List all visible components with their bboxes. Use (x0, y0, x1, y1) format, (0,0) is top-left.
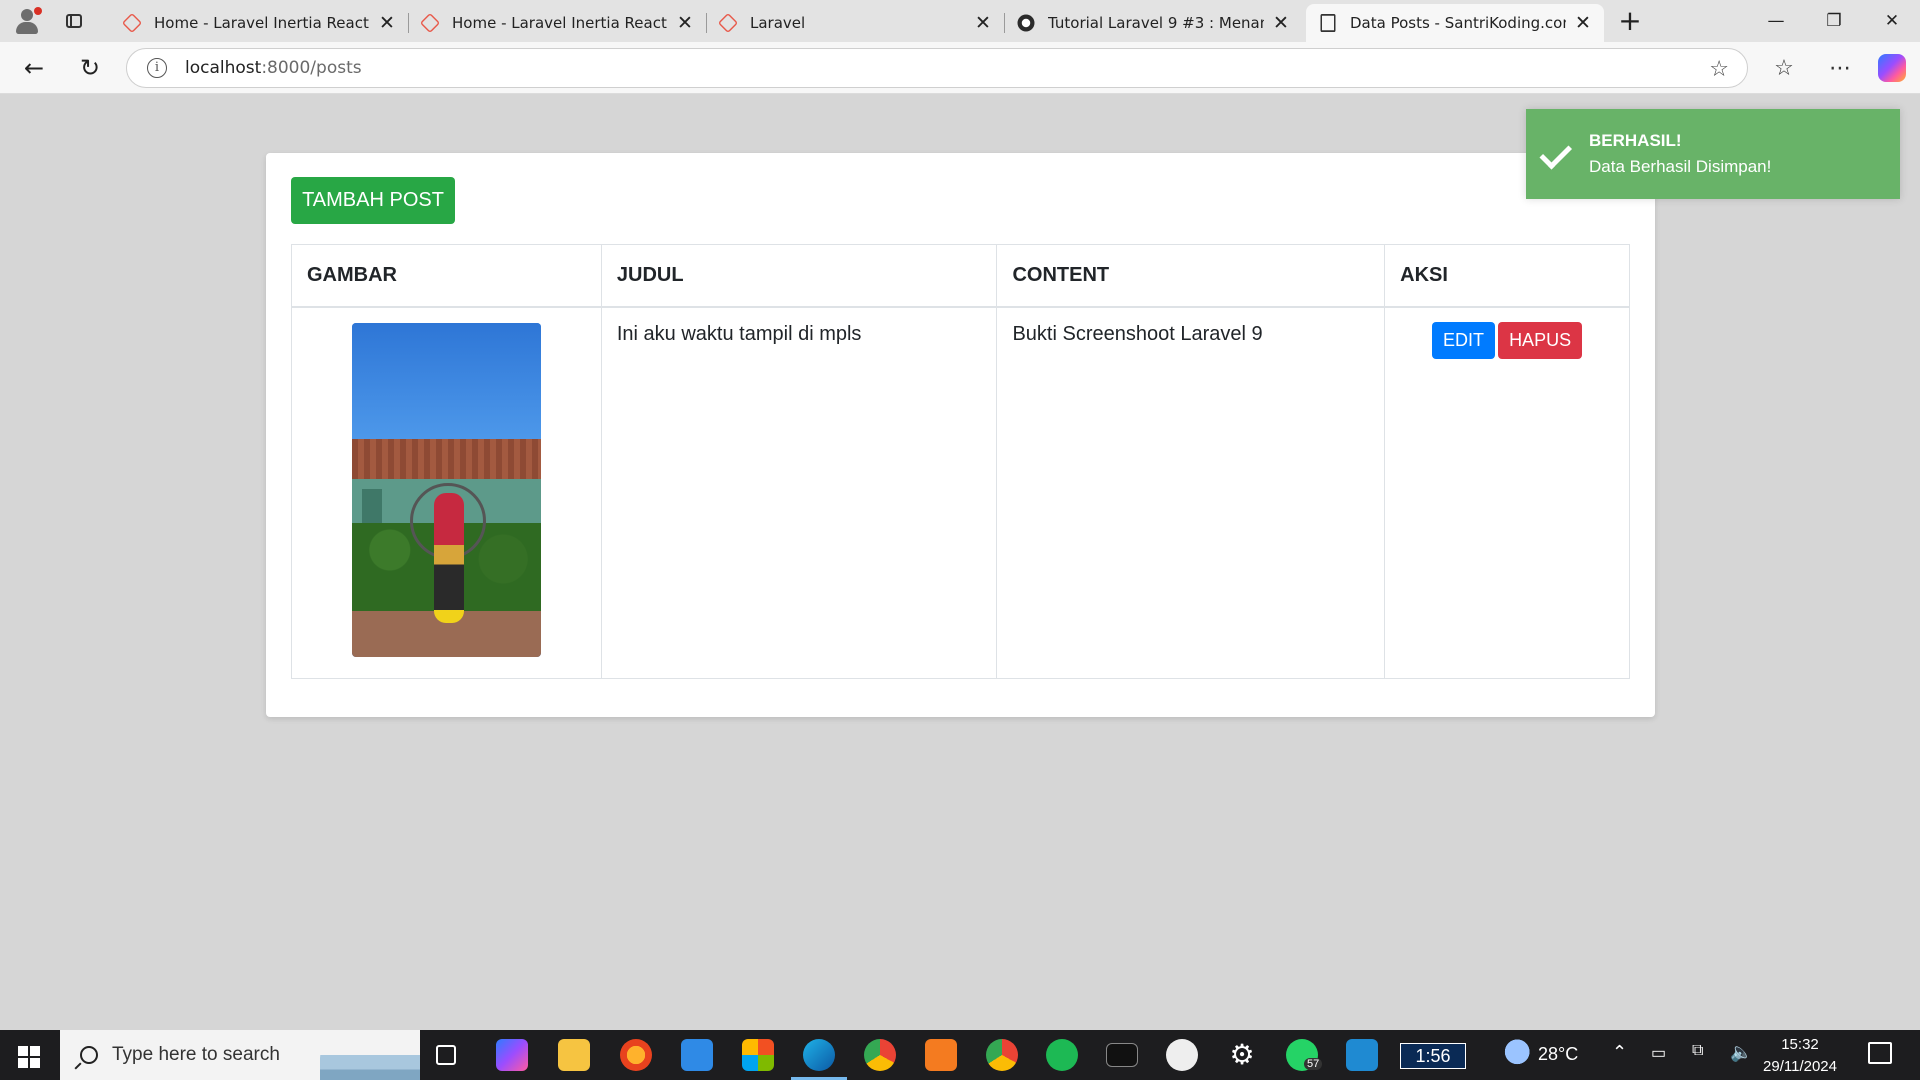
network-icon[interactable]: ⧉ (1692, 1042, 1703, 1060)
page-viewport: TAMBAH POST GAMBAR JUDUL CONTENT AKSI In… (5, 94, 1915, 1028)
minimize-icon[interactable]: — (1748, 0, 1804, 42)
store-icon[interactable] (742, 1039, 774, 1071)
clock-time[interactable]: 15:32 (1760, 1036, 1840, 1053)
tab-title: Home - Laravel Inertia React (154, 14, 369, 32)
tab-actions-icon[interactable] (62, 10, 86, 32)
address-bar[interactable]: i localhost:8000/posts ☆ (126, 48, 1748, 88)
table-row: Ini aku waktu tampil di mpls Bukti Scree… (291, 306, 1630, 679)
temperature-text[interactable]: 28°C (1538, 1044, 1578, 1065)
tab-title: Home - Laravel Inertia React (452, 14, 667, 32)
laravel-icon (717, 12, 739, 34)
chrome-icon[interactable] (864, 1039, 896, 1071)
edit-button[interactable]: EDIT (1432, 321, 1496, 359)
github-icon (1017, 14, 1035, 32)
timer-widget[interactable]: 1:56 (1400, 1043, 1466, 1069)
restore-icon[interactable]: ❐ (1806, 0, 1862, 42)
volume-icon[interactable]: 🔈 (1730, 1042, 1752, 1063)
profile-avatar-icon[interactable] (12, 6, 42, 36)
notification-center-icon[interactable] (1868, 1042, 1892, 1064)
task-view-icon[interactable] (436, 1045, 456, 1065)
tab-strip: Home - Laravel Inertia React ✕ Home - La… (0, 0, 1920, 42)
page-icon (1320, 14, 1336, 32)
window-close-icon[interactable]: ✕ (1864, 0, 1920, 42)
laravel-icon (419, 12, 441, 34)
new-tab-button[interactable]: + (1616, 7, 1644, 36)
laravel-icon (121, 12, 143, 34)
xampp-icon[interactable] (925, 1039, 957, 1071)
terminal-icon[interactable] (1106, 1043, 1138, 1067)
tab-home-inertia-2[interactable]: Home - Laravel Inertia React ✕ (408, 4, 707, 42)
favorite-star-icon[interactable]: ☆ (1709, 57, 1729, 82)
copilot-taskbar-icon[interactable] (496, 1039, 528, 1071)
header-content: CONTENT (996, 244, 1386, 308)
copilot-icon[interactable] (1878, 54, 1906, 82)
tab-title: Tutorial Laravel 9 #3 : Menampilkan Data (1048, 14, 1264, 32)
success-toast[interactable]: BERHASIL! Data Berhasil Disimpan! (1526, 109, 1900, 199)
browser-toolbar: ← ↻ i localhost:8000/posts ☆ ☆ ⋯ (0, 42, 1920, 94)
whatsapp-badge: 57 (1304, 1058, 1323, 1070)
cell-content: Bukti Screenshoot Laravel 9 (996, 306, 1386, 679)
github-desktop-icon[interactable] (1166, 1039, 1198, 1071)
more-menu-icon[interactable]: ⋯ (1824, 52, 1856, 84)
search-icon (80, 1046, 98, 1064)
edge-icon[interactable] (791, 1039, 847, 1080)
taskbar: Type here to search ⚙ 57 1:56 28°C ⌃ ▭ ⧉… (0, 1030, 1920, 1080)
tab-tutorial-laravel[interactable]: Tutorial Laravel 9 #3 : Menampilkan Data… (1004, 4, 1302, 42)
tab-laravel[interactable]: Laravel ✕ (706, 4, 1005, 42)
header-aksi: AKSI (1384, 244, 1630, 308)
close-icon[interactable]: ✕ (378, 14, 396, 33)
header-gambar: GAMBAR (291, 244, 602, 308)
header-judul: JUDUL (600, 244, 998, 308)
delete-button[interactable]: HAPUS (1498, 321, 1583, 359)
clock-date[interactable]: 29/11/2024 (1760, 1058, 1840, 1075)
toast-title: BERHASIL! (1589, 131, 1682, 150)
close-icon[interactable]: ✕ (1574, 14, 1592, 33)
checkmark-icon (1544, 139, 1574, 163)
vscode-icon[interactable] (1346, 1039, 1378, 1071)
tab-home-inertia-1[interactable]: Home - Laravel Inertia React ✕ (110, 4, 409, 42)
chrome-profile-icon[interactable] (986, 1039, 1018, 1071)
cell-judul: Ini aku waktu tampil di mpls (600, 306, 998, 679)
toast-message: Data Berhasil Disimpan! (1589, 157, 1772, 176)
close-icon[interactable]: ✕ (676, 14, 694, 33)
table-header-row: GAMBAR JUDUL CONTENT AKSI (291, 244, 1630, 308)
cell-aksi: EDIT HAPUS (1384, 306, 1630, 679)
battery-icon[interactable]: ▭ (1651, 1043, 1666, 1063)
refresh-icon[interactable]: ↻ (74, 52, 106, 84)
tab-data-posts[interactable]: Data Posts - SantriKoding.com ✕ (1306, 4, 1604, 42)
close-icon[interactable]: ✕ (974, 14, 992, 33)
file-explorer-icon[interactable] (558, 1039, 590, 1071)
cell-gambar (291, 306, 602, 679)
site-info-icon[interactable]: i (147, 58, 167, 78)
windows-start-icon[interactable] (18, 1046, 40, 1068)
search-highlight-image (320, 1038, 420, 1080)
post-image (351, 322, 541, 657)
spotify-icon[interactable] (1046, 1039, 1078, 1071)
mail-icon[interactable] (681, 1039, 713, 1071)
favorites-icon[interactable]: ☆ (1768, 52, 1800, 84)
firefox-icon[interactable] (620, 1039, 652, 1071)
posts-table: GAMBAR JUDUL CONTENT AKSI Ini aku waktu … (291, 244, 1630, 679)
tab-title: Data Posts - SantriKoding.com (1350, 14, 1566, 32)
search-placeholder: Type here to search (112, 1044, 280, 1065)
posts-card: TAMBAH POST GAMBAR JUDUL CONTENT AKSI In… (266, 153, 1655, 717)
add-post-button[interactable]: TAMBAH POST (291, 177, 455, 224)
taskbar-search-input[interactable]: Type here to search (60, 1030, 420, 1080)
chevron-up-icon[interactable]: ⌃ (1612, 1042, 1627, 1063)
weather-icon[interactable] (1498, 1039, 1530, 1071)
close-icon[interactable]: ✕ (1272, 14, 1290, 33)
url-text[interactable]: localhost:8000/posts (185, 58, 362, 78)
back-arrow-icon[interactable]: ← (18, 52, 50, 84)
settings-gear-icon[interactable]: ⚙ (1226, 1039, 1258, 1071)
tab-title: Laravel (750, 14, 806, 32)
